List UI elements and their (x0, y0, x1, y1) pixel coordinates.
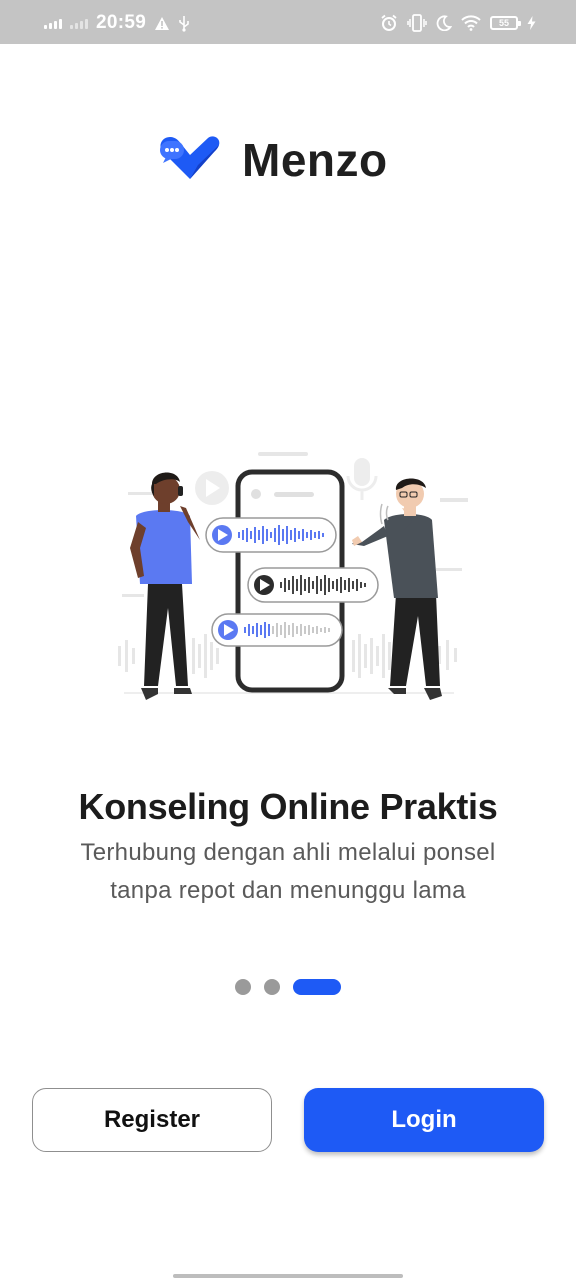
alert-icon (155, 16, 170, 30)
status-bar: 20:59 55 (0, 0, 576, 44)
home-indicator[interactable] (173, 1274, 403, 1278)
page-indicator (235, 979, 341, 995)
vibrate-icon (407, 14, 427, 32)
status-right: 55 (380, 10, 536, 36)
subtitle-line-1: Terhubung dengan ahli melalui ponsel (80, 839, 496, 866)
brand-name: Menzo (242, 134, 388, 186)
onboarding-subtitle: Terhubung dengan ahli melalui ponsel tan… (40, 834, 536, 910)
onboarding-title: Konseling Online Praktis (78, 786, 498, 827)
page-dot-1[interactable] (235, 979, 251, 995)
voice-chat-illustration (118, 452, 468, 700)
usb-icon (179, 15, 189, 32)
status-time: 20:59 (96, 12, 147, 33)
battery-icon: 55 (490, 16, 521, 30)
status-left: 20:59 (44, 10, 190, 36)
battery-level: 55 (498, 18, 509, 28)
signal-icon (44, 17, 62, 29)
page-dot-3-active[interactable] (293, 979, 341, 995)
page-dot-2[interactable] (264, 979, 280, 995)
moon-icon (436, 15, 452, 31)
alarm-icon (381, 14, 397, 31)
charging-icon (527, 16, 536, 30)
subtitle-line-2: tanpa repot dan menunggu lama (110, 877, 466, 904)
login-button[interactable]: Login (304, 1088, 544, 1152)
wifi-icon (461, 15, 481, 31)
signal-icon (70, 17, 88, 29)
brand-logo: Menzo (158, 130, 388, 190)
person-left (130, 472, 200, 700)
heart-chat-icon (160, 136, 220, 179)
register-button[interactable]: Register (32, 1088, 272, 1152)
